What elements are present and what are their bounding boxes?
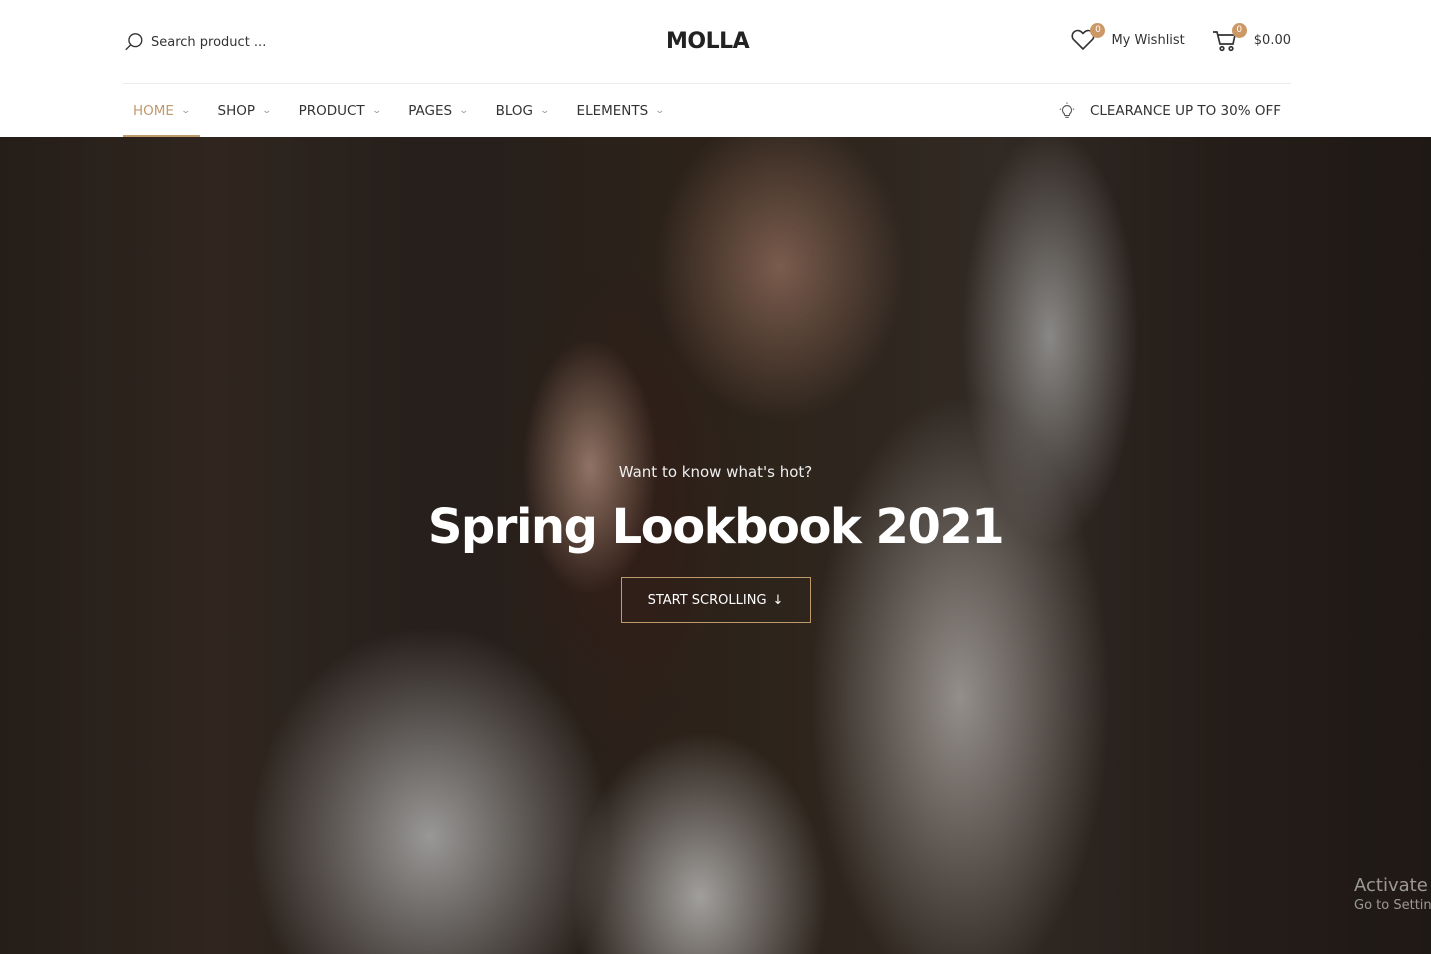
header-top: MOLLA 0 My Wishlist 0 [123,0,1291,84]
chevron-down-icon: ⌄ [371,106,382,116]
cart-link[interactable]: 0 $0.00 [1211,23,1291,54]
nav-item-home[interactable]: Home ⌄ [123,85,200,137]
nav-item-product[interactable]: Product ⌄ [289,85,391,137]
start-scrolling-label: START SCROLLING [647,592,767,608]
windows-activation-watermark: Activate Go to Settin [1354,875,1431,913]
search-box[interactable] [123,31,291,53]
wishlist-label: My Wishlist [1111,32,1185,48]
promo-label: Clearance Up to 30% Off [1089,103,1281,119]
chevron-down-icon: ⌄ [180,106,192,116]
chevron-down-icon: ⌄ [539,106,551,116]
lightbulb-icon [1059,102,1075,118]
cart-total: $0.00 [1253,32,1291,48]
hero-title: Spring Lookbook 2021 [427,499,1005,555]
clearance-promo-link[interactable]: Clearance Up to 30% Off [1058,85,1281,137]
search-icon [125,33,143,51]
nav-item-shop[interactable]: Shop ⌄ [208,85,281,137]
cart-count-badge: 0 [1231,23,1247,38]
hero-subtitle: Want to know what's hot? [618,463,813,481]
start-scrolling-button[interactable]: START SCROLLING ↓ [620,577,811,623]
nav-item-pages[interactable]: Pages ⌄ [398,85,477,137]
search-input[interactable] [151,34,291,50]
chevron-down-icon: ⌄ [261,106,273,116]
nav-item-elements[interactable]: Elements ⌄ [567,85,674,137]
hero-banner: Want to know what's hot? Spring Lookbook… [0,137,1431,954]
logo[interactable]: MOLLA [666,29,750,54]
nav-item-blog[interactable]: Blog ⌄ [486,85,559,137]
watermark-line-2: Go to Settin [1354,898,1431,913]
header-actions: 0 My Wishlist 0 $0.00 [1069,23,1291,54]
wishlist-count-badge: 0 [1090,23,1106,38]
wishlist-link[interactable]: 0 My Wishlist [1069,23,1185,54]
watermark-line-1: Activate [1354,875,1428,896]
chevron-down-icon: ⌄ [458,106,470,116]
arrow-down-icon: ↓ [772,592,784,608]
main-nav: Home ⌄ Shop ⌄ Product ⌄ Pages ⌄ Blog ⌄ Elemen… [123,85,1291,137]
hero-content: Want to know what's hot? Spring Lookbook… [0,463,1431,623]
chevron-down-icon: ⌄ [654,106,666,116]
